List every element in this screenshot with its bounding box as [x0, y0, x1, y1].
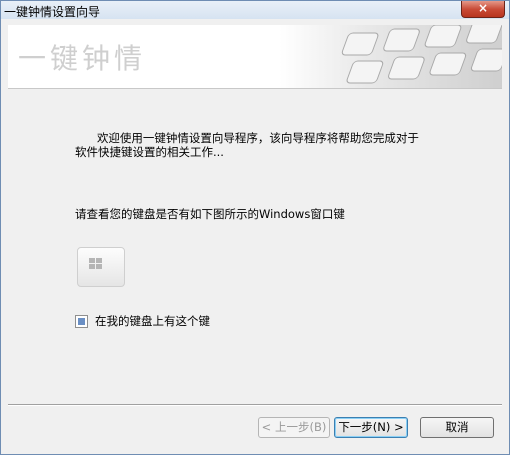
cancel-button[interactable]: 取消 — [420, 417, 494, 438]
keyboard-keys-image — [341, 25, 502, 84]
wizard-window: 一键钟情设置向导 × 一键钟情 欢迎使用一键钟情设置向导程序，该向导程序将帮助您… — [0, 0, 510, 455]
title-bar[interactable]: 一键钟情设置向导 × — [1, 1, 509, 19]
close-icon: × — [477, 1, 489, 15]
intro-text: 欢迎使用一键钟情设置向导程序，该向导程序将帮助您完成对于 软件快捷键设置的相关工… — [75, 131, 445, 159]
has-key-checkbox[interactable]: 在我的键盘上有这个键 — [75, 313, 210, 329]
window-title: 一键钟情设置向导 — [4, 5, 101, 19]
wizard-header: 一键钟情 — [8, 25, 502, 89]
wizard-content: 欢迎使用一键钟情设置向导程序，该向导程序将帮助您完成对于 软件快捷键设置的相关工… — [8, 89, 502, 402]
windows-logo-icon — [89, 258, 102, 269]
close-button[interactable]: × — [461, 1, 505, 18]
checkbox-checked-mark — [78, 317, 85, 325]
logo-text: 一键钟情 — [18, 42, 147, 75]
windows-key-image — [77, 247, 125, 287]
footer-separator — [8, 404, 502, 406]
intro-line-2: 软件快捷键设置的相关工作... — [75, 145, 224, 159]
next-button[interactable]: 下一步(N) > — [334, 417, 408, 438]
back-button[interactable]: < 上一步(B) — [258, 417, 330, 438]
checkbox-label[interactable]: 在我的键盘上有这个键 — [95, 313, 210, 329]
question-text: 请查看您的键盘是否有如下图所示的Windows窗口键 — [75, 207, 345, 221]
checkbox-box[interactable] — [75, 314, 88, 328]
intro-line-1: 欢迎使用一键钟情设置向导程序，该向导程序将帮助您完成对于 — [96, 131, 419, 145]
